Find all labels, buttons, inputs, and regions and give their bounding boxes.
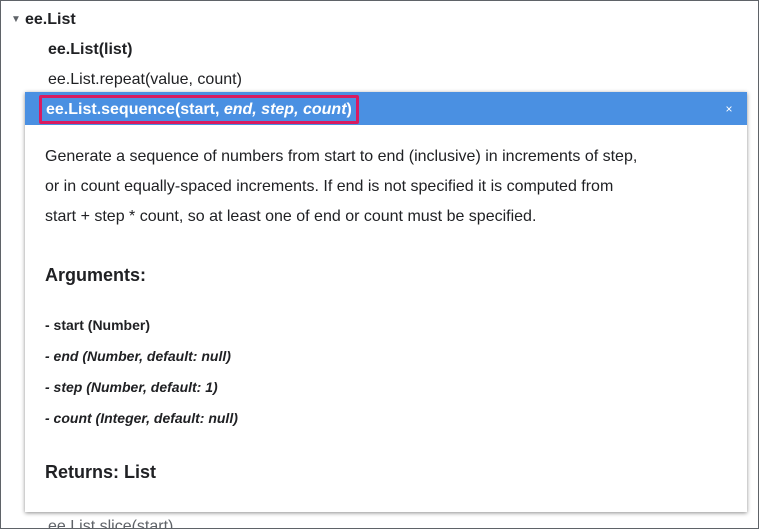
description-line: start + step * count, so at least one of… [45,208,537,225]
popup-header: ee.List.sequence(start, end, step, count… [25,92,747,125]
tree-item-partially-hidden[interactable]: ee.List.slice(start) [48,517,173,528]
argument-step: - step (Number, default: 1) [45,379,218,395]
signature-prefix: ee.List.sequence(start, [46,101,224,118]
caret-down-icon[interactable]: ▼ [11,10,25,30]
tree-node-label: ee.List [25,11,76,28]
docs-panel: ▼ ee.List ee.List(list) ee.List.repeat(va… [0,0,759,529]
function-doc-popup: ee.List.sequence(start, end, step, count… [25,92,747,512]
arguments-heading: Arguments: [45,265,147,285]
tree-item-ee-list-repeat[interactable]: ee.List.repeat(value, count) [48,70,242,90]
function-description: Generate a sequence of numbers from star… [45,142,735,232]
tree-node-ee-list[interactable]: ▼ ee.List [11,10,76,30]
description-line: or in count equally-spaced increments. I… [45,178,614,195]
tree-item-ee-list-constructor[interactable]: ee.List(list) [48,40,132,60]
signature-optional-params: end, step, count [223,101,347,118]
signature-suffix: ) [346,101,352,118]
argument-end: - end (Number, default: null) [45,348,231,364]
function-signature: ee.List.sequence(start, end, step, count… [39,95,359,124]
description-line: Generate a sequence of numbers from star… [45,148,638,165]
argument-count: - count (Integer, default: null) [45,410,238,426]
argument-start: - start (Number) [45,317,151,333]
close-icon[interactable]: × [723,103,735,115]
returns-heading: Returns: List [45,462,157,482]
